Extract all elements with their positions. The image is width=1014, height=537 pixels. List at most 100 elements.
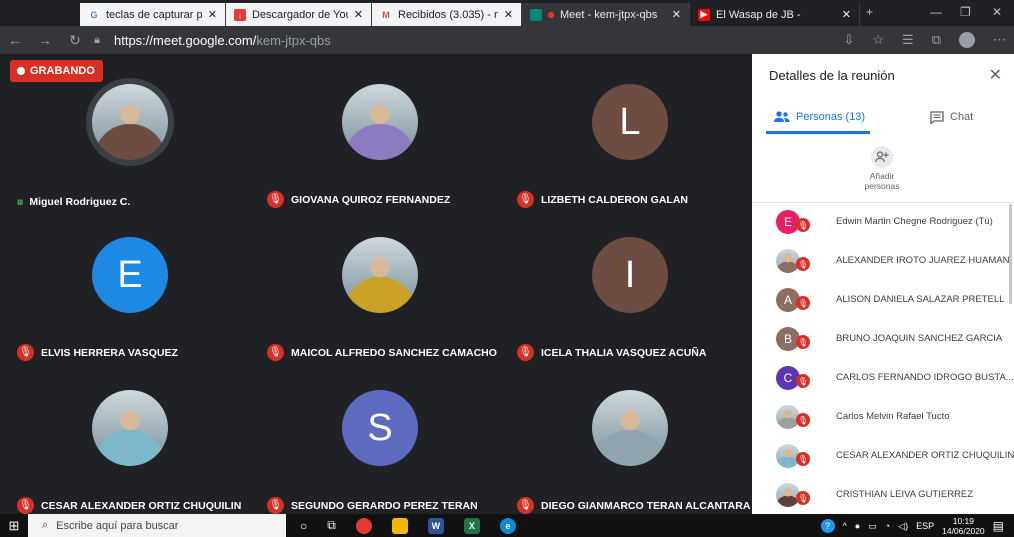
avatar-initial: A bbox=[783, 293, 792, 307]
url-path: kem-jtpx-qbs bbox=[256, 32, 331, 48]
minimize-icon[interactable]: — bbox=[930, 5, 942, 19]
participant-name: Miguel Rodriguez C. bbox=[29, 196, 131, 208]
windows-taskbar: ⊞ ⌕ Escribe aquí para buscar ○ ⧉ W X e ?… bbox=[0, 514, 1014, 537]
person-name: CARLOS FERNANDO IDROGO BUSTA... bbox=[836, 372, 1014, 383]
close-icon[interactable]: ✕ bbox=[354, 8, 363, 21]
person-name: ALEXANDER IROTO JUAREZ HUAMAN bbox=[836, 255, 1010, 266]
tab-chat[interactable]: Chat bbox=[930, 104, 973, 130]
person-row[interactable]: 🎙︎ CRISTHIAN LEIVA GUTIERREZ bbox=[752, 477, 1014, 516]
browser-tab-1[interactable]: G teclas de capturar pant ✕ bbox=[80, 3, 226, 26]
participant-tile[interactable]: ııı Miguel Rodriguez C. bbox=[5, 64, 255, 216]
battery-icon[interactable]: ▭ bbox=[868, 521, 877, 532]
avatar-initial: S bbox=[367, 406, 393, 449]
participant-avatar bbox=[92, 84, 168, 160]
star-icon[interactable]: ☆ bbox=[872, 32, 884, 48]
collections-icon[interactable]: ⧉ bbox=[932, 32, 941, 48]
wifi-icon[interactable]: ◔ bbox=[885, 521, 890, 531]
person-row[interactable]: C 🎙︎ CARLOS FERNANDO IDROGO BUSTA... bbox=[752, 360, 1014, 399]
person-row[interactable]: B 🎙︎ BRUNO JOAQUIN SANCHEZ GARCIA bbox=[752, 321, 1014, 360]
tab-people[interactable]: Personas (13) bbox=[774, 104, 865, 130]
close-icon[interactable]: ✕ bbox=[842, 8, 851, 21]
gmail-icon: M bbox=[380, 8, 392, 21]
participant-tile[interactable]: S 🎙︎ SEGUNDO GERARDO PEREZ TERAN bbox=[255, 370, 505, 522]
browser-tab-meet[interactable]: Meet - kem-jtpx-qbs ✕ bbox=[522, 3, 690, 26]
notifications-icon[interactable]: ▤ bbox=[993, 519, 1004, 533]
volume-icon[interactable]: ◁) bbox=[898, 521, 908, 532]
panel-title: Detalles de la reunión bbox=[769, 68, 895, 83]
person-name: CRISTHIAN LEIVA GUTIERREZ bbox=[836, 489, 974, 500]
word-icon[interactable]: W bbox=[427, 517, 444, 534]
browser-tab-2[interactable]: ↓ Descargador de YouTub ✕ bbox=[226, 3, 372, 26]
close-icon[interactable]: ✕ bbox=[672, 8, 681, 21]
participant-tile[interactable]: 🎙︎ DIEGO GIANMARCO TERAN ALCANTARA bbox=[505, 370, 755, 522]
mic-off-icon: 🎙︎ bbox=[17, 344, 34, 361]
participant-name-row: 🎙︎ GIOVANA QUIROZ FERNANDEZ bbox=[267, 191, 450, 208]
profile-avatar[interactable] bbox=[959, 32, 975, 48]
microphone-icon[interactable]: ● bbox=[855, 521, 860, 531]
clock[interactable]: 10:19 14/06/2020 bbox=[942, 516, 985, 536]
browser-tab-5[interactable]: ▶ El Wasap de JB - ✕ bbox=[690, 3, 860, 26]
cortana-icon[interactable]: ○ bbox=[300, 519, 307, 533]
language-indicator[interactable]: ESP bbox=[916, 521, 934, 531]
close-icon[interactable]: ✕ bbox=[989, 65, 1002, 85]
more-icon[interactable]: ⋯ bbox=[993, 32, 1006, 48]
close-icon[interactable]: ✕ bbox=[504, 8, 513, 21]
download-icon[interactable]: ⇩ bbox=[843, 32, 854, 48]
person-row[interactable]: A 🎙︎ ALISON DANIELA SALAZAR PRETELL bbox=[752, 282, 1014, 321]
person-row[interactable]: E 🎙︎ Edwin Martin Chegne Rodriguez (Tú) bbox=[752, 204, 1014, 243]
mic-off-icon: 🎙︎ bbox=[267, 344, 284, 361]
add-people-label-1: Añadir bbox=[869, 171, 895, 181]
youtube-icon: ▶ bbox=[698, 8, 710, 21]
url-field[interactable]: https://meet.google.com/kem-jtpx-qbs bbox=[114, 33, 331, 48]
participant-avatar: L bbox=[592, 84, 668, 160]
mic-off-icon: 🎙︎ bbox=[517, 497, 534, 514]
mic-off-icon: 🎙︎ bbox=[796, 374, 810, 388]
participant-name: CESAR ALEXANDER ORTIZ CHUQUILIN bbox=[41, 499, 242, 512]
participant-name-row: 🎙︎ SEGUNDO GERARDO PEREZ TERAN bbox=[267, 497, 478, 514]
new-tab-icon[interactable]: + bbox=[866, 5, 873, 19]
person-row[interactable]: 🎙︎ Carlos Melvin Rafael Tucto bbox=[752, 399, 1014, 438]
tab-people-label: Personas (13) bbox=[796, 111, 866, 123]
chevron-up-icon[interactable]: ^ bbox=[843, 521, 847, 531]
add-people-button[interactable]: Añadir personas bbox=[862, 146, 902, 191]
excel-icon[interactable]: X bbox=[463, 517, 480, 534]
person-row[interactable]: 🎙︎ CESAR ALEXANDER ORTIZ CHUQUILIN bbox=[752, 438, 1014, 477]
mic-off-icon: 🎙︎ bbox=[17, 497, 34, 514]
meeting-details-panel: Detalles de la reunión ✕ Personas (13) C… bbox=[752, 54, 1014, 514]
file-explorer-icon[interactable] bbox=[391, 517, 408, 534]
recording-dot-icon bbox=[548, 11, 554, 18]
participant-tile[interactable]: 🎙︎ MAICOL ALFREDO SANCHEZ CAMACHO bbox=[255, 217, 505, 369]
mic-off-icon: 🎙︎ bbox=[517, 344, 534, 361]
favorites-icon[interactable]: ☰ bbox=[902, 32, 914, 48]
task-view-icon[interactable]: ⧉ bbox=[327, 518, 336, 533]
back-icon[interactable]: ← bbox=[0, 32, 30, 48]
participant-name-row: 🎙︎ MAICOL ALFREDO SANCHEZ CAMACHO bbox=[267, 344, 497, 361]
close-icon[interactable]: ✕ bbox=[208, 8, 217, 21]
meeting-stage: GRABANDO ııı Miguel Rodriguez C. 🎙︎ GIOVANA… bbox=[0, 54, 752, 514]
person-row[interactable]: 🎙︎ ALEXANDER IROTO JUAREZ HUAMAN bbox=[752, 243, 1014, 282]
edge-icon[interactable]: e bbox=[499, 517, 516, 534]
participant-name-row: 🎙︎ ELVIS HERRERA VASQUEZ bbox=[17, 344, 178, 361]
participant-tile[interactable]: E 🎙︎ ELVIS HERRERA VASQUEZ bbox=[5, 217, 255, 369]
add-person-icon bbox=[871, 146, 893, 168]
browser-tab-3[interactable]: M Recibidos (3.035) - mig ✕ bbox=[372, 3, 522, 26]
participant-tile[interactable]: 🎙︎ CESAR ALEXANDER ORTIZ CHUQUILIN bbox=[5, 370, 255, 522]
help-icon[interactable]: ? bbox=[820, 519, 835, 533]
close-window-icon[interactable]: ✕ bbox=[992, 5, 1002, 19]
avatar-initial: E bbox=[117, 253, 143, 296]
clock-date: 14/06/2020 bbox=[942, 526, 985, 536]
avatar-initial: B bbox=[783, 332, 792, 346]
reload-icon[interactable]: ↻ bbox=[60, 32, 90, 49]
people-icon bbox=[774, 111, 790, 122]
participant-tile[interactable]: 🎙︎ GIOVANA QUIROZ FERNANDEZ bbox=[255, 64, 505, 216]
app-icon[interactable] bbox=[355, 517, 372, 534]
windows-start-icon[interactable]: ⊞ bbox=[0, 518, 28, 534]
participant-name: SEGUNDO GERARDO PEREZ TERAN bbox=[291, 499, 478, 512]
avatar-initial: C bbox=[783, 371, 793, 385]
forward-icon[interactable]: → bbox=[30, 32, 60, 48]
taskbar-search-input[interactable]: ⌕ Escribe aquí para buscar bbox=[28, 514, 286, 537]
maximize-icon[interactable]: ❐ bbox=[960, 5, 971, 19]
participant-tile[interactable]: I 🎙︎ ICELA THALIA VASQUEZ ACUÑA bbox=[505, 217, 755, 369]
people-list-scrollbar[interactable] bbox=[1009, 204, 1012, 304]
participant-tile[interactable]: L 🎙︎ LIZBETH CALDERON GALAN bbox=[505, 64, 755, 216]
